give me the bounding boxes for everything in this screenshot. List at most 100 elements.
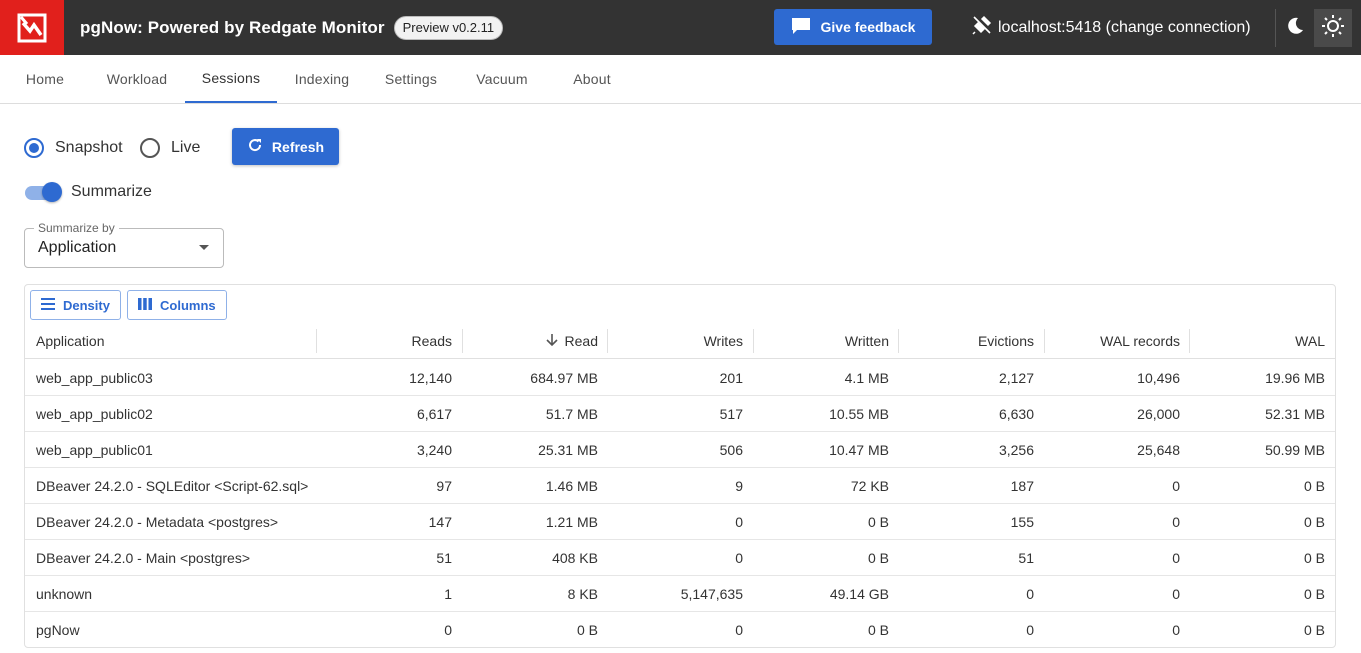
tab-settings[interactable]: Settings: [372, 55, 450, 103]
tab-home[interactable]: Home: [8, 55, 82, 103]
cell-read: 25.31 MB: [538, 442, 598, 458]
connection-link[interactable]: localhost:5418 (change connection): [972, 15, 1251, 40]
columns-icon: [138, 297, 152, 313]
give-feedback-button[interactable]: Give feedback: [774, 9, 932, 45]
cell-application: unknown: [36, 586, 93, 602]
cell-evictions: 0: [1026, 622, 1034, 638]
column-header-read[interactable]: Read: [463, 323, 598, 359]
plug-icon: [972, 15, 992, 40]
grid-header: Application Reads Read Writes Written Ev…: [25, 323, 1335, 359]
cell-wal: 0 B: [1303, 514, 1325, 530]
table-row[interactable]: web_app_public03 12,140 684.97 MB 201 4.…: [25, 360, 1335, 396]
live-label[interactable]: Live: [171, 139, 200, 157]
cell-wal: 50.99 MB: [1265, 442, 1325, 458]
tab-about[interactable]: About: [556, 55, 628, 103]
summarize-by-value[interactable]: Application: [38, 239, 116, 257]
summarize-switch-thumb[interactable]: [42, 182, 62, 202]
column-header-reads[interactable]: Reads: [317, 323, 452, 359]
summarize-label[interactable]: Summarize: [71, 183, 152, 201]
dark-mode-button[interactable]: [1276, 9, 1314, 47]
cell-read: 1.21 MB: [545, 514, 598, 530]
moon-icon: [1285, 16, 1305, 41]
table-row[interactable]: DBeaver 24.2.0 - SQLEditor <Script-62.sq…: [25, 468, 1335, 504]
refresh-button[interactable]: Refresh: [232, 128, 339, 165]
cell-evictions: 0: [1026, 586, 1034, 602]
live-radio[interactable]: [140, 138, 160, 158]
snapshot-label[interactable]: Snapshot: [55, 139, 123, 157]
cell-wal-records: 0: [1172, 550, 1180, 566]
cell-wal-records: 25,648: [1137, 442, 1180, 458]
refresh-label: Refresh: [271, 138, 325, 155]
tab-sessions[interactable]: Sessions: [185, 55, 277, 103]
column-header-evictions[interactable]: Evictions: [899, 323, 1034, 359]
table-row[interactable]: DBeaver 24.2.0 - Metadata <postgres> 147…: [25, 504, 1335, 540]
cell-evictions: 187: [1010, 478, 1034, 494]
sun-icon: [1321, 14, 1345, 43]
tab-vacuum[interactable]: Vacuum: [463, 55, 541, 103]
app-title: pgNow: Powered by Redgate Monitor: [80, 17, 385, 37]
table-row[interactable]: DBeaver 24.2.0 - Main <postgres> 51 408 …: [25, 540, 1335, 576]
cell-writes: 0: [735, 514, 743, 530]
column-header-wal[interactable]: WAL: [1190, 323, 1325, 359]
cell-application: web_app_public01: [36, 442, 153, 458]
cell-written: 0 B: [867, 622, 889, 638]
column-header-read-label: Read: [564, 333, 598, 349]
density-label: Density: [63, 297, 110, 313]
cell-wal: 52.31 MB: [1265, 406, 1325, 422]
columns-label: Columns: [160, 297, 216, 313]
snapshot-radio[interactable]: [24, 138, 44, 158]
table-row[interactable]: unknown 1 8 KB 5,147,635 49.14 GB 0 0 0 …: [25, 576, 1335, 612]
cell-wal-records: 0: [1172, 622, 1180, 638]
cell-wal-records: 0: [1172, 586, 1180, 602]
cell-read: 51.7 MB: [545, 406, 598, 422]
table-row[interactable]: web_app_public02 6,617 51.7 MB 517 10.55…: [25, 396, 1335, 432]
redgate-logo-icon: [0, 0, 64, 55]
cell-read: 1.46 MB: [545, 478, 598, 494]
table-row[interactable]: pgNow 0 0 B 0 0 B 0 0 0 B: [25, 612, 1335, 647]
table-row[interactable]: web_app_public01 3,240 25.31 MB 506 10.4…: [25, 432, 1335, 468]
cell-application: web_app_public03: [36, 370, 153, 386]
cell-read: 8 KB: [567, 586, 598, 602]
version-badge: Preview v0.2.11: [393, 15, 504, 40]
column-header-application[interactable]: Application: [36, 323, 306, 359]
cell-reads: 3,240: [416, 442, 452, 458]
cell-reads: 51: [436, 550, 452, 566]
cell-evictions: 3,256: [998, 442, 1034, 458]
column-header-wal-records[interactable]: WAL records: [1045, 323, 1180, 359]
density-button[interactable]: Density: [30, 290, 121, 320]
sessions-grid: Density Columns Application Reads Read W…: [24, 284, 1336, 648]
cell-written: 0 B: [867, 514, 889, 530]
density-icon: [41, 297, 55, 313]
cell-reads: 6,617: [416, 406, 452, 422]
cell-wal-records: 0: [1172, 514, 1180, 530]
cell-wal-records: 26,000: [1137, 406, 1180, 422]
arrow-down-icon: [545, 333, 558, 350]
cell-written: 0 B: [867, 550, 889, 566]
tab-workload[interactable]: Workload: [94, 55, 180, 103]
column-header-written[interactable]: Written: [754, 323, 889, 359]
cell-written: 10.55 MB: [829, 406, 889, 422]
refresh-icon: [247, 137, 263, 156]
cell-wal: 0 B: [1303, 550, 1325, 566]
cell-writes: 0: [735, 550, 743, 566]
cell-writes: 9: [735, 478, 743, 494]
give-feedback-label: Give feedback: [820, 19, 916, 35]
cell-wal: 0 B: [1303, 622, 1325, 638]
column-header-writes[interactable]: Writes: [608, 323, 743, 359]
tab-indexing[interactable]: Indexing: [282, 55, 362, 103]
cell-wal: 0 B: [1303, 586, 1325, 602]
cell-written: 10.47 MB: [829, 442, 889, 458]
chat-bubble-icon: [791, 17, 811, 38]
cell-wal-records: 10,496: [1137, 370, 1180, 386]
columns-button[interactable]: Columns: [127, 290, 227, 320]
cell-wal-records: 0: [1172, 478, 1180, 494]
cell-reads: 0: [444, 622, 452, 638]
cell-application: web_app_public02: [36, 406, 153, 422]
cell-evictions: 6,630: [998, 406, 1034, 422]
cell-written: 49.14 GB: [829, 586, 889, 602]
light-mode-button[interactable]: [1314, 9, 1352, 47]
cell-reads: 1: [444, 586, 452, 602]
chevron-down-icon[interactable]: [199, 245, 209, 250]
cell-evictions: 155: [1010, 514, 1034, 530]
summarize-by-label: Summarize by: [34, 221, 119, 235]
